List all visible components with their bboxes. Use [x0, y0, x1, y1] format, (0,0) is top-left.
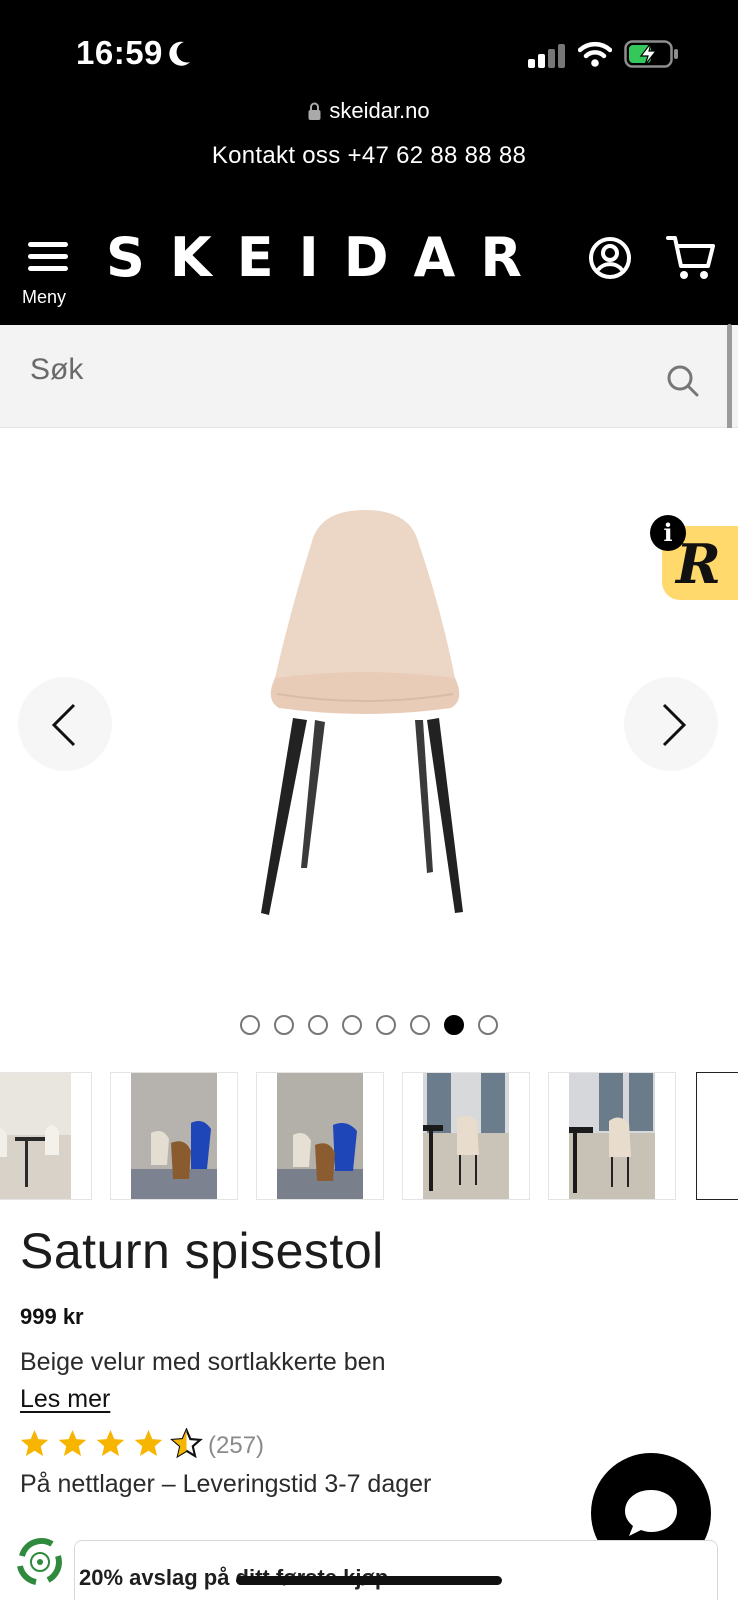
- gallery-dot[interactable]: [308, 1015, 328, 1035]
- moon-icon: [169, 41, 190, 66]
- cart-icon[interactable]: [666, 234, 716, 282]
- gallery-dot-active[interactable]: [444, 1015, 464, 1035]
- read-more-link[interactable]: Les mer: [20, 1385, 110, 1414]
- rating-stars[interactable]: [18, 1428, 203, 1460]
- lock-icon: [308, 102, 321, 120]
- url-text: skeidar.no: [329, 98, 430, 123]
- account-icon[interactable]: [588, 236, 632, 280]
- gallery-dot[interactable]: [342, 1015, 362, 1035]
- contact-link[interactable]: Kontakt oss +47 62 88 88 88: [0, 142, 738, 170]
- star-half-icon: [170, 1428, 203, 1459]
- thumbnail[interactable]: [548, 1072, 676, 1200]
- prev-image-button[interactable]: [18, 677, 112, 771]
- product-title: Saturn spisestol: [20, 1223, 384, 1279]
- search-bar: [0, 325, 738, 428]
- chevron-left-icon: [51, 703, 76, 747]
- gallery-dot[interactable]: [410, 1015, 430, 1035]
- status-time: 16:59: [76, 34, 163, 71]
- thumbnail[interactable]: [256, 1072, 384, 1200]
- thumbnail-selected[interactable]: [696, 1072, 738, 1200]
- menu-label: Meny: [22, 287, 67, 307]
- thumbnail[interactable]: [0, 1072, 92, 1200]
- search-input[interactable]: [30, 353, 630, 387]
- battery-icon: [624, 40, 678, 68]
- eco-icon[interactable]: [12, 1534, 68, 1590]
- chat-icon: [625, 1490, 677, 1536]
- gallery-dot[interactable]: [478, 1015, 498, 1035]
- thumbnail[interactable]: [110, 1072, 238, 1200]
- url-bar[interactable]: skeidar.no: [0, 98, 738, 124]
- gallery-dot[interactable]: [240, 1015, 260, 1035]
- stock-status: På nettlager – Leveringstid 3-7 dager: [20, 1470, 432, 1498]
- chevron-right-icon: [662, 703, 687, 747]
- star-icon: [134, 1430, 163, 1456]
- star-icon: [96, 1430, 125, 1456]
- star-icon: [58, 1430, 87, 1456]
- gallery-dot[interactable]: [376, 1015, 396, 1035]
- thumbnail[interactable]: [402, 1072, 530, 1200]
- search-icon[interactable]: [666, 364, 700, 398]
- thumbnail-strip: [0, 1072, 738, 1200]
- wifi-icon: [578, 41, 612, 67]
- skeidar-logo[interactable]: SKEIDAR: [106, 226, 547, 289]
- signal-icon: [528, 44, 565, 68]
- product-image[interactable]: [255, 508, 475, 938]
- product-price: 999 kr: [20, 1304, 84, 1329]
- info-icon[interactable]: i: [650, 515, 686, 551]
- promo-banner[interactable]: 20% avslag på ditt første kjøp: [74, 1540, 718, 1600]
- home-indicator: [236, 1576, 502, 1585]
- menu-button[interactable]: Meny: [22, 238, 72, 308]
- next-image-button[interactable]: [624, 677, 718, 771]
- review-count[interactable]: (257): [208, 1432, 264, 1460]
- gallery-pagination: [240, 1015, 498, 1035]
- top-header: 16:59 skeidar.no Kontakt oss +47 62 88 8…: [0, 0, 738, 325]
- star-icon: [20, 1430, 49, 1456]
- product-description: Beige velur med sortlakkerte ben: [20, 1348, 386, 1376]
- gallery-dot[interactable]: [274, 1015, 294, 1035]
